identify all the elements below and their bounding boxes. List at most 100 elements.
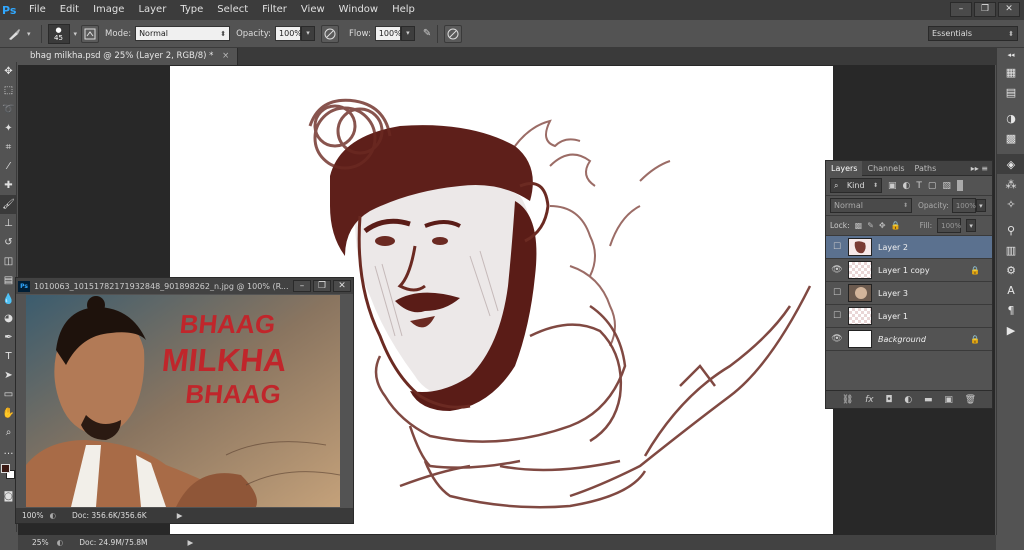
history-panel-icon[interactable]: ▦ (997, 62, 1024, 82)
maximize-button[interactable]: ❐ (313, 280, 331, 292)
lock-position-icon[interactable]: ✥ (879, 221, 886, 230)
status-menu-arrow-icon[interactable]: ▶ (177, 511, 183, 520)
menu-type[interactable]: Type (173, 0, 210, 20)
filter-toggle-switch[interactable] (956, 180, 963, 191)
layer-name[interactable]: Layer 1 (878, 312, 908, 321)
layers-panel-icon[interactable]: ◈ (997, 154, 1024, 174)
pressure-size-icon[interactable] (444, 24, 463, 43)
layer-name[interactable]: Layer 1 copy (878, 266, 930, 275)
reference-zoom-value[interactable]: 100% (22, 511, 43, 520)
close-tab-icon[interactable]: × (222, 51, 229, 61)
delete-layer-icon[interactable]: 🗑 (965, 395, 976, 405)
new-layer-icon[interactable]: ▣ (944, 395, 953, 405)
character-panel-icon[interactable]: A (997, 280, 1024, 300)
clone-stamp-tool-icon[interactable]: ⊥ (0, 214, 17, 233)
healing-brush-tool-icon[interactable]: ✚ (0, 176, 17, 195)
lock-all-icon[interactable]: 🔒 (891, 221, 901, 230)
document-tab[interactable]: bhag milkha.psd @ 25% (Layer 2, RGB/8) *… (22, 48, 239, 65)
layer-name[interactable]: Layer 2 (878, 243, 908, 252)
airbrush-icon[interactable]: ✎ (423, 28, 431, 39)
status-info-icon[interactable]: ◐ (49, 511, 56, 520)
visibility-toggle[interactable]: ☐ (826, 288, 848, 298)
tab-paths[interactable]: Paths (910, 161, 942, 176)
layer-opacity-field[interactable]: 100% (951, 198, 976, 213)
brush-size-picker[interactable]: ● 45 (47, 23, 70, 44)
layer-opacity-slider-button[interactable]: ▾ (975, 199, 986, 212)
visibility-toggle[interactable]: ☐ (826, 242, 848, 252)
tab-layers[interactable]: Layers (826, 160, 863, 176)
workspace-dropdown[interactable]: Essentials ⬍ (928, 26, 1018, 41)
brush-panel-icon[interactable]: ⚲ (997, 220, 1024, 240)
flow-slider-button[interactable]: ▾ (400, 26, 415, 41)
close-button[interactable]: ✕ (333, 280, 351, 292)
collapse-panels-icon[interactable]: ◂◂ (997, 48, 1024, 62)
fill-field[interactable]: 100% (937, 218, 961, 233)
brush-tool-icon[interactable]: 🖌 (0, 195, 17, 214)
actions-panel-icon[interactable]: ▶ (997, 320, 1024, 340)
layer-name[interactable]: Layer 3 (878, 289, 908, 298)
new-group-icon[interactable]: ▬ (924, 395, 933, 405)
lock-transparent-icon[interactable]: ▩ (855, 221, 863, 230)
layer-row-background[interactable]: 👁 Background 🔒 (826, 328, 992, 351)
filter-kind-dropdown[interactable]: ⌕ Kind ⬍ (830, 178, 882, 193)
status-menu-arrow-icon[interactable]: ▶ (187, 538, 193, 547)
type-filter-icon[interactable]: T (916, 181, 922, 191)
add-mask-icon[interactable]: ◘ (885, 395, 892, 405)
menu-view[interactable]: View (294, 0, 332, 20)
swatches-panel-icon[interactable]: ▩ (997, 128, 1024, 148)
reference-window-titlebar[interactable]: Ps 1010063_10151782171932848_901898262_n… (16, 278, 353, 294)
color-swatches[interactable] (0, 461, 16, 487)
layer-row-layer-1[interactable]: ☐ Layer 1 (826, 305, 992, 328)
panel-menu-icon[interactable]: ▸▸ ≡ (971, 164, 992, 173)
history-brush-tool-icon[interactable]: ↺ (0, 233, 17, 252)
blend-mode-dropdown[interactable]: Normal ⬍ (830, 198, 912, 213)
menu-window[interactable]: Window (332, 0, 385, 20)
menu-help[interactable]: Help (385, 0, 422, 20)
mode-dropdown[interactable]: Normal ⬍ (135, 26, 231, 41)
minimize-button[interactable]: – (950, 2, 972, 17)
layer-row-layer-3[interactable]: ☐ Layer 3 (826, 282, 992, 305)
lasso-tool-icon[interactable]: ➰ (0, 100, 17, 119)
fill-slider-button[interactable]: ▾ (966, 219, 977, 232)
layer-name[interactable]: Background (878, 335, 926, 344)
eyedropper-tool-icon[interactable]: ⁄ (0, 157, 17, 176)
pixel-filter-icon[interactable]: ▣ (888, 181, 897, 191)
link-layers-icon[interactable]: ⛓ (842, 395, 853, 405)
brush-picker-chevron-icon[interactable]: ▾ (74, 30, 78, 38)
clone-source-panel-icon[interactable]: ⚙ (997, 260, 1024, 280)
layer-style-icon[interactable]: fx (865, 395, 874, 405)
pressure-opacity-icon[interactable] (321, 24, 340, 43)
menu-select[interactable]: Select (210, 0, 255, 20)
smart-object-filter-icon[interactable]: ▧ (942, 181, 951, 191)
brush-panel-toggle-icon[interactable] (81, 24, 100, 43)
status-info-icon[interactable]: ◐ (57, 538, 64, 547)
opacity-slider-button[interactable]: ▾ (301, 26, 316, 41)
channels-panel-icon[interactable]: ⁂ (997, 174, 1024, 194)
crop-tool-icon[interactable]: ⌗ (0, 138, 17, 157)
menu-file[interactable]: File (22, 0, 53, 20)
eye-icon[interactable]: 👁 (826, 265, 848, 275)
eye-icon[interactable]: 👁 (826, 334, 848, 344)
eraser-tool-icon[interactable]: ◫ (0, 252, 17, 271)
menu-filter[interactable]: Filter (255, 0, 294, 20)
layer-row-layer-2[interactable]: ☐ Layer 2 (826, 236, 992, 259)
adjustment-layer-icon[interactable]: ◐ (904, 395, 912, 405)
tool-preset-chevron-icon[interactable]: ▾ (27, 30, 31, 38)
minimize-button[interactable]: – (293, 280, 311, 292)
paths-panel-icon[interactable]: ✧ (997, 194, 1024, 214)
menu-edit[interactable]: Edit (53, 0, 86, 20)
restore-button[interactable]: ❐ (974, 2, 996, 17)
layer-row-layer-1-copy[interactable]: 👁 Layer 1 copy 🔒 (826, 259, 992, 282)
zoom-level[interactable]: 25% (32, 538, 49, 547)
paragraph-panel-icon[interactable]: ¶ (997, 300, 1024, 320)
properties-panel-icon[interactable]: ▤ (997, 82, 1024, 102)
menu-image[interactable]: Image (86, 0, 131, 20)
shape-filter-icon[interactable]: ▢ (928, 181, 937, 191)
tab-channels[interactable]: Channels (862, 161, 909, 176)
adjustment-filter-icon[interactable]: ◐ (903, 181, 911, 191)
opacity-field[interactable]: 100% (275, 26, 302, 41)
close-button[interactable]: ✕ (998, 2, 1020, 17)
marquee-tool-icon[interactable]: ⬚ (0, 81, 17, 100)
lock-pixels-icon[interactable]: ✎ (867, 221, 874, 230)
brush-tool-preset-icon[interactable] (5, 25, 23, 43)
